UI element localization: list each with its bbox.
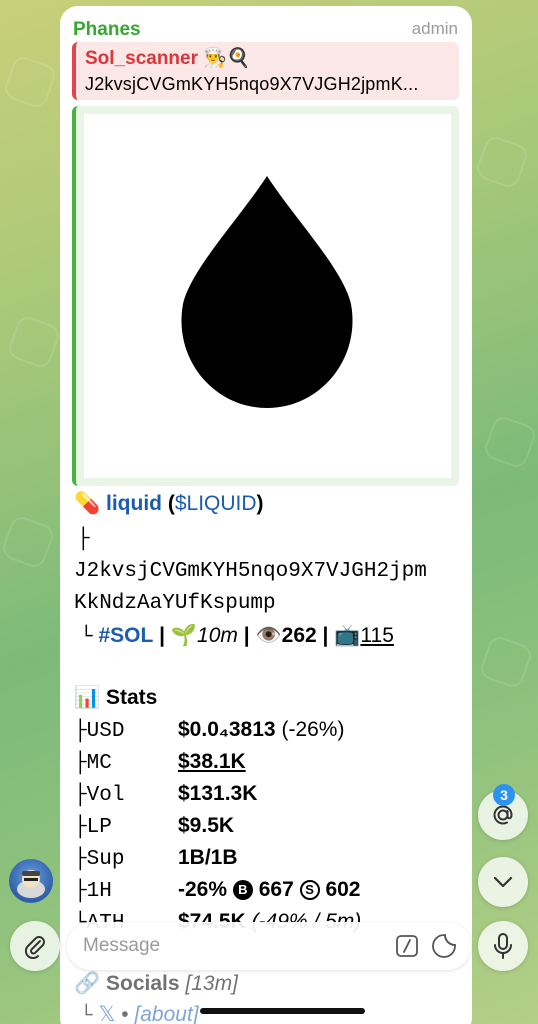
sender-role: admin — [411, 19, 458, 38]
buys-count: 667 — [258, 878, 294, 901]
tree-prefix: ├ — [74, 816, 87, 839]
tree-end: └ — [80, 626, 93, 649]
stat-value: -26% — [178, 878, 228, 901]
tree-end: └ — [80, 1005, 93, 1024]
drop-icon — [181, 176, 353, 408]
stat-row-usd: ├USD $0.0₄3813 (-26%) — [74, 718, 344, 743]
stat-label-text: LP — [86, 816, 112, 839]
stat-value-link[interactable]: $38.1K — [178, 750, 246, 773]
attach-button[interactable] — [10, 921, 60, 971]
stat-label-text: 1H — [86, 880, 112, 903]
link-icon: 🔗 — [74, 972, 101, 995]
stat-row-mc: ├MC $38.1K — [74, 750, 246, 775]
stat-label: ├MC — [74, 752, 178, 775]
separator: | — [159, 624, 166, 647]
about-link[interactable]: [about] — [134, 1003, 198, 1024]
seedling-icon: 🌱 — [170, 624, 198, 647]
tree-prefix: ├ — [74, 752, 87, 775]
message-composer[interactable]: Message — [67, 922, 471, 970]
stat-value: 1B/1B — [178, 846, 238, 869]
stat-label: ├1H — [74, 880, 178, 903]
paren-open: ( — [167, 492, 175, 515]
tree-prefix: ├ — [74, 880, 87, 903]
stat-row-lp: ├LP $9.5K — [74, 814, 234, 839]
socials-row: └ 𝕏 • [about] — [74, 1002, 199, 1024]
socials-age: [13m] — [185, 972, 238, 995]
stat-label-text: USD — [86, 720, 125, 743]
chevron-down-icon — [493, 876, 513, 888]
command-icon[interactable] — [395, 934, 419, 958]
stat-label: ├USD — [74, 720, 178, 743]
tree-prefix: ├ — [74, 848, 87, 871]
mentions-badge: 3 — [493, 784, 515, 806]
tree-prefix: ├ — [74, 720, 87, 743]
tv-count-link[interactable]: 115 — [360, 624, 393, 647]
stat-label-text: MC — [86, 752, 112, 775]
stat-label: ├Vol — [74, 784, 178, 807]
stat-row-1h: ├1H -26% B 667 S 602 — [74, 878, 361, 903]
pill-emoji: 💊 — [74, 492, 101, 515]
reply-text: J2kvsjCVGmKYH5nqo9X7VJGH2jpmK... — [85, 74, 419, 94]
paren-close: ) — [256, 492, 264, 515]
sells-count: 602 — [325, 878, 361, 901]
socials-header: 🔗 Socials [13m] — [74, 972, 238, 996]
tv-icon: 📺 — [334, 624, 361, 647]
stats-title: Stats — [106, 686, 158, 709]
stat-value: $131.3K — [178, 782, 258, 805]
avatar-image — [17, 870, 45, 898]
stat-label: ├LP — [74, 816, 178, 839]
token-ticker-link[interactable]: $LIQUID — [175, 492, 257, 515]
buys-icon: B — [232, 880, 253, 900]
views-count: 262 — [281, 624, 317, 647]
stat-label: ├Sup — [74, 848, 178, 871]
stat-row-sup: ├Sup 1B/1B — [74, 846, 238, 871]
token-age: 10m — [197, 624, 238, 647]
token-address-line-1[interactable]: J2kvsjCVGmKYH5nqo9X7VJGH2jpm — [74, 560, 427, 583]
stats-header: 📊 Stats — [74, 686, 157, 710]
sticker-icon[interactable] — [431, 933, 457, 959]
reply-author: Sol_scanner 👨‍🍳🍳 — [85, 48, 251, 69]
tree-top: ├ — [77, 528, 90, 551]
stat-value: $0.0₄3813 — [178, 718, 276, 741]
bullet: • — [121, 1003, 129, 1024]
link-preview[interactable] — [72, 106, 459, 486]
x-link[interactable]: 𝕏 — [98, 1003, 115, 1024]
stat-label-text: Vol — [86, 784, 125, 807]
sender-name[interactable]: Phanes — [73, 19, 141, 41]
chart-icon: 📊 — [74, 686, 101, 709]
message-bubble: Phanes admin Sol_scanner 👨‍🍳🍳 J2kvsjCVGm… — [60, 6, 472, 1024]
token-address-line-2[interactable]: KkNdzAaYUfKspump — [74, 592, 276, 615]
separator: | — [322, 624, 329, 647]
sells-icon: S — [299, 880, 320, 900]
eye-icon: 👁️ — [255, 624, 282, 647]
message-input[interactable]: Message — [83, 935, 160, 957]
attach-icon — [24, 936, 45, 959]
separator: | — [243, 624, 250, 647]
preview-image — [84, 114, 451, 478]
reply-quote[interactable]: Sol_scanner 👨‍🍳🍳 J2kvsjCVGmKYH5nqo9X7VJG… — [72, 42, 459, 100]
home-indicator — [200, 1008, 365, 1014]
stat-extra: (-26%) — [281, 718, 345, 741]
voice-button[interactable] — [478, 921, 528, 971]
scroll-down-button[interactable] — [478, 857, 528, 907]
avatar[interactable] — [9, 859, 53, 903]
token-name-link[interactable]: liquid — [106, 492, 162, 515]
token-meta-row: └ #SOL | 🌱10m | 👁️262 | 📺115 — [74, 624, 394, 649]
stat-value: $9.5K — [178, 814, 235, 837]
stat-label-text: Sup — [86, 848, 125, 871]
mic-icon — [494, 933, 512, 959]
socials-title: Socials — [106, 972, 180, 995]
stat-row-vol: ├Vol $131.3K — [74, 782, 257, 807]
tree-prefix: ├ — [74, 784, 87, 807]
chain-tag-link[interactable]: #SOL — [98, 624, 153, 647]
token-header: 💊 liquid ($LIQUID) — [74, 492, 264, 516]
